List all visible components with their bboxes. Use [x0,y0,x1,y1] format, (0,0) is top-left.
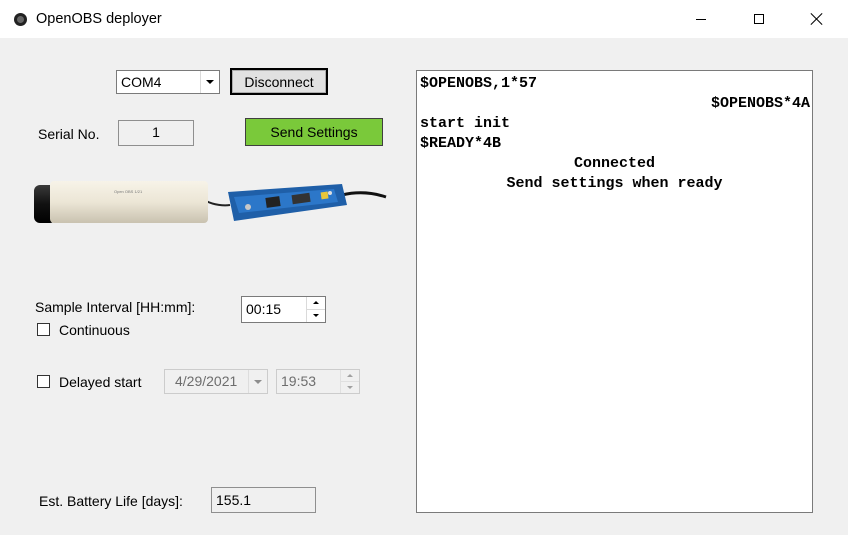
close-icon [811,13,823,25]
decrement-button[interactable] [307,310,325,323]
sample-interval-spinner [306,297,325,322]
com-port-select[interactable]: COM4 [116,70,220,94]
time-decrement-button[interactable] [341,382,359,394]
log-line: Connected [573,155,655,172]
minimize-icon [696,18,706,20]
serial-log-textbox[interactable]: $OPENOBS,1*57 $OPENOBS*4A start init $RE… [416,70,813,513]
com-port-value: COM4 [121,74,162,90]
chevron-up-icon [347,373,353,377]
com-port-dropdown-button[interactable] [200,71,219,93]
close-button[interactable] [788,0,846,38]
battery-life-label: Est. Battery Life [days]: [39,493,183,509]
delayed-start-time-value: 19:53 [281,373,317,389]
delayed-start-date-picker[interactable]: 4/29/2021 [164,369,268,394]
app-window: OpenOBS deployer COM4 Disconnect Serial … [0,0,848,535]
svg-text:Open OBS 1/21: Open OBS 1/21 [114,189,143,194]
delayed-start-label: Delayed start [59,374,142,390]
log-line: $OPENOBS*4A [710,95,810,112]
battery-life-field: 155.1 [211,487,316,513]
continuous-checkbox[interactable] [37,323,50,336]
time-increment-button[interactable] [341,370,359,382]
maximize-icon [754,14,764,24]
serial-no-label: Serial No. [38,126,100,142]
chevron-down-icon [254,379,262,384]
maximize-button[interactable] [730,0,788,38]
title-bar: OpenOBS deployer [0,0,848,38]
delayed-start-checkbox[interactable] [37,375,50,388]
window-title: OpenOBS deployer [36,11,162,27]
log-line: $OPENOBS,1*57 [420,75,538,92]
send-settings-button[interactable]: Send Settings [245,118,383,146]
sample-interval-input[interactable]: 00:15 [241,296,326,323]
log-line: $READY*4B [420,135,502,152]
chevron-down-icon [206,80,214,84]
continuous-label: Continuous [59,322,130,338]
minimize-button[interactable] [672,0,730,38]
log-line: start init [420,115,511,132]
log-line: Send settings when ready [506,175,723,192]
openobs-app-icon [14,13,27,26]
time-spinner [340,370,359,393]
sample-interval-label: Sample Interval [HH:mm]: [35,299,196,315]
chevron-down-icon [313,314,319,318]
disconnect-button[interactable]: Disconnect [230,68,328,95]
chevron-up-icon [313,301,319,305]
delayed-start-time-input[interactable]: 19:53 [276,369,360,394]
openobs-sensor-image: Open OBS 1/21 [34,181,387,223]
delayed-start-date-value: 4/29/2021 [175,373,238,389]
date-dropdown-button[interactable] [248,370,267,393]
sample-interval-value: 00:15 [246,301,282,317]
increment-button[interactable] [307,297,325,310]
chevron-down-icon [347,385,353,389]
serial-no-field: 1 [118,120,194,146]
